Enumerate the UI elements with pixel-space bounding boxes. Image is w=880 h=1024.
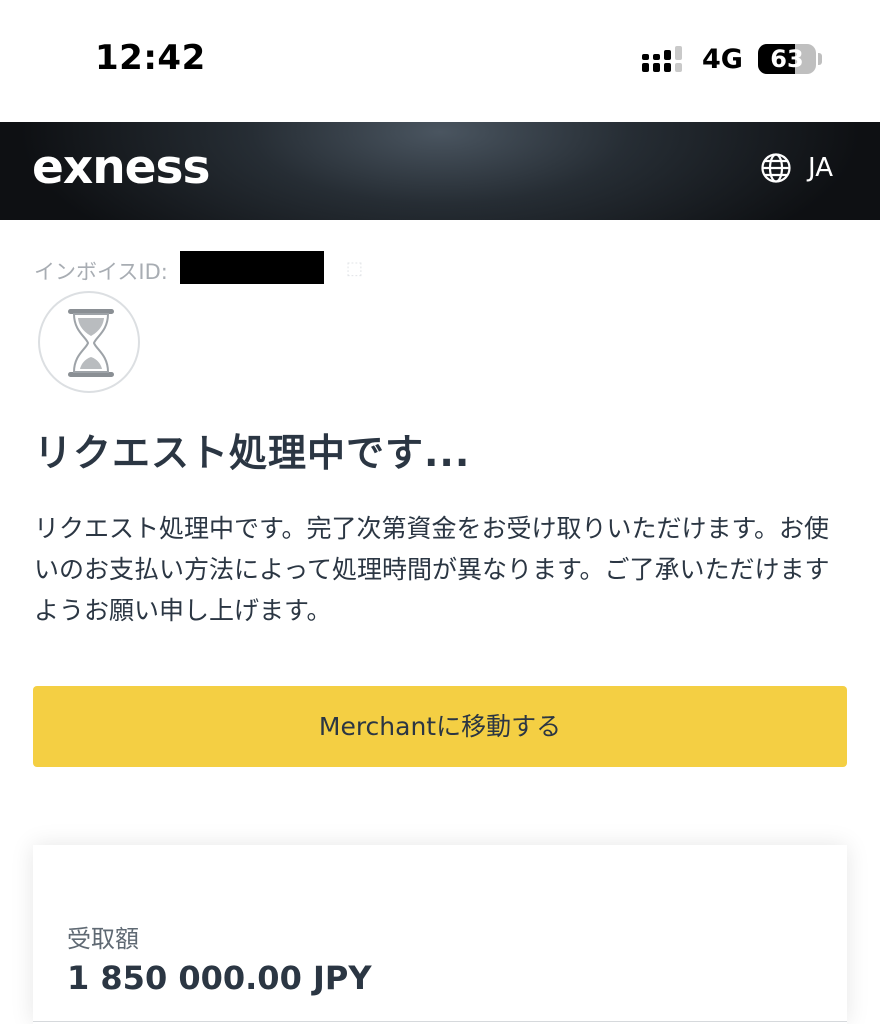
globe-icon[interactable] [760,152,792,184]
receipt-divider [33,1021,847,1022]
received-amount-label: 受取額 [67,925,139,953]
network-type: 4G [702,44,743,75]
page-title: リクエスト処理中です... [34,431,471,475]
invoice-id-redacted [180,251,324,284]
go-to-merchant-button[interactable]: Merchantに移動する [33,686,847,767]
battery-icon: 63 [758,44,816,74]
status-bar: 12:42 4G 63 [0,0,880,122]
cellular-signal-icon [642,46,682,72]
pending-status-badge [38,291,140,393]
exness-logo[interactable]: exness [32,140,210,195]
status-time: 12:42 [95,38,206,78]
battery-nub [818,53,822,65]
received-amount-value: 1 850 000.00 JPY [67,959,372,997]
receipt-card: 受取額 1 850 000.00 JPY [33,845,847,1024]
invoice-id-label: インボイスID: [34,260,168,284]
invoice-id-row: インボイスID: ⬚ [34,251,363,286]
status-description: リクエスト処理中です。完了次第資金をお受け取りいただけます。お使いのお支払い方法… [34,514,830,625]
top-header: exness JA [0,122,880,220]
hourglass-icon [68,309,114,377]
copy-icon[interactable]: ⬚ [346,258,363,279]
battery-percent: 63 [770,45,804,73]
language-selector[interactable]: JA [808,153,833,183]
